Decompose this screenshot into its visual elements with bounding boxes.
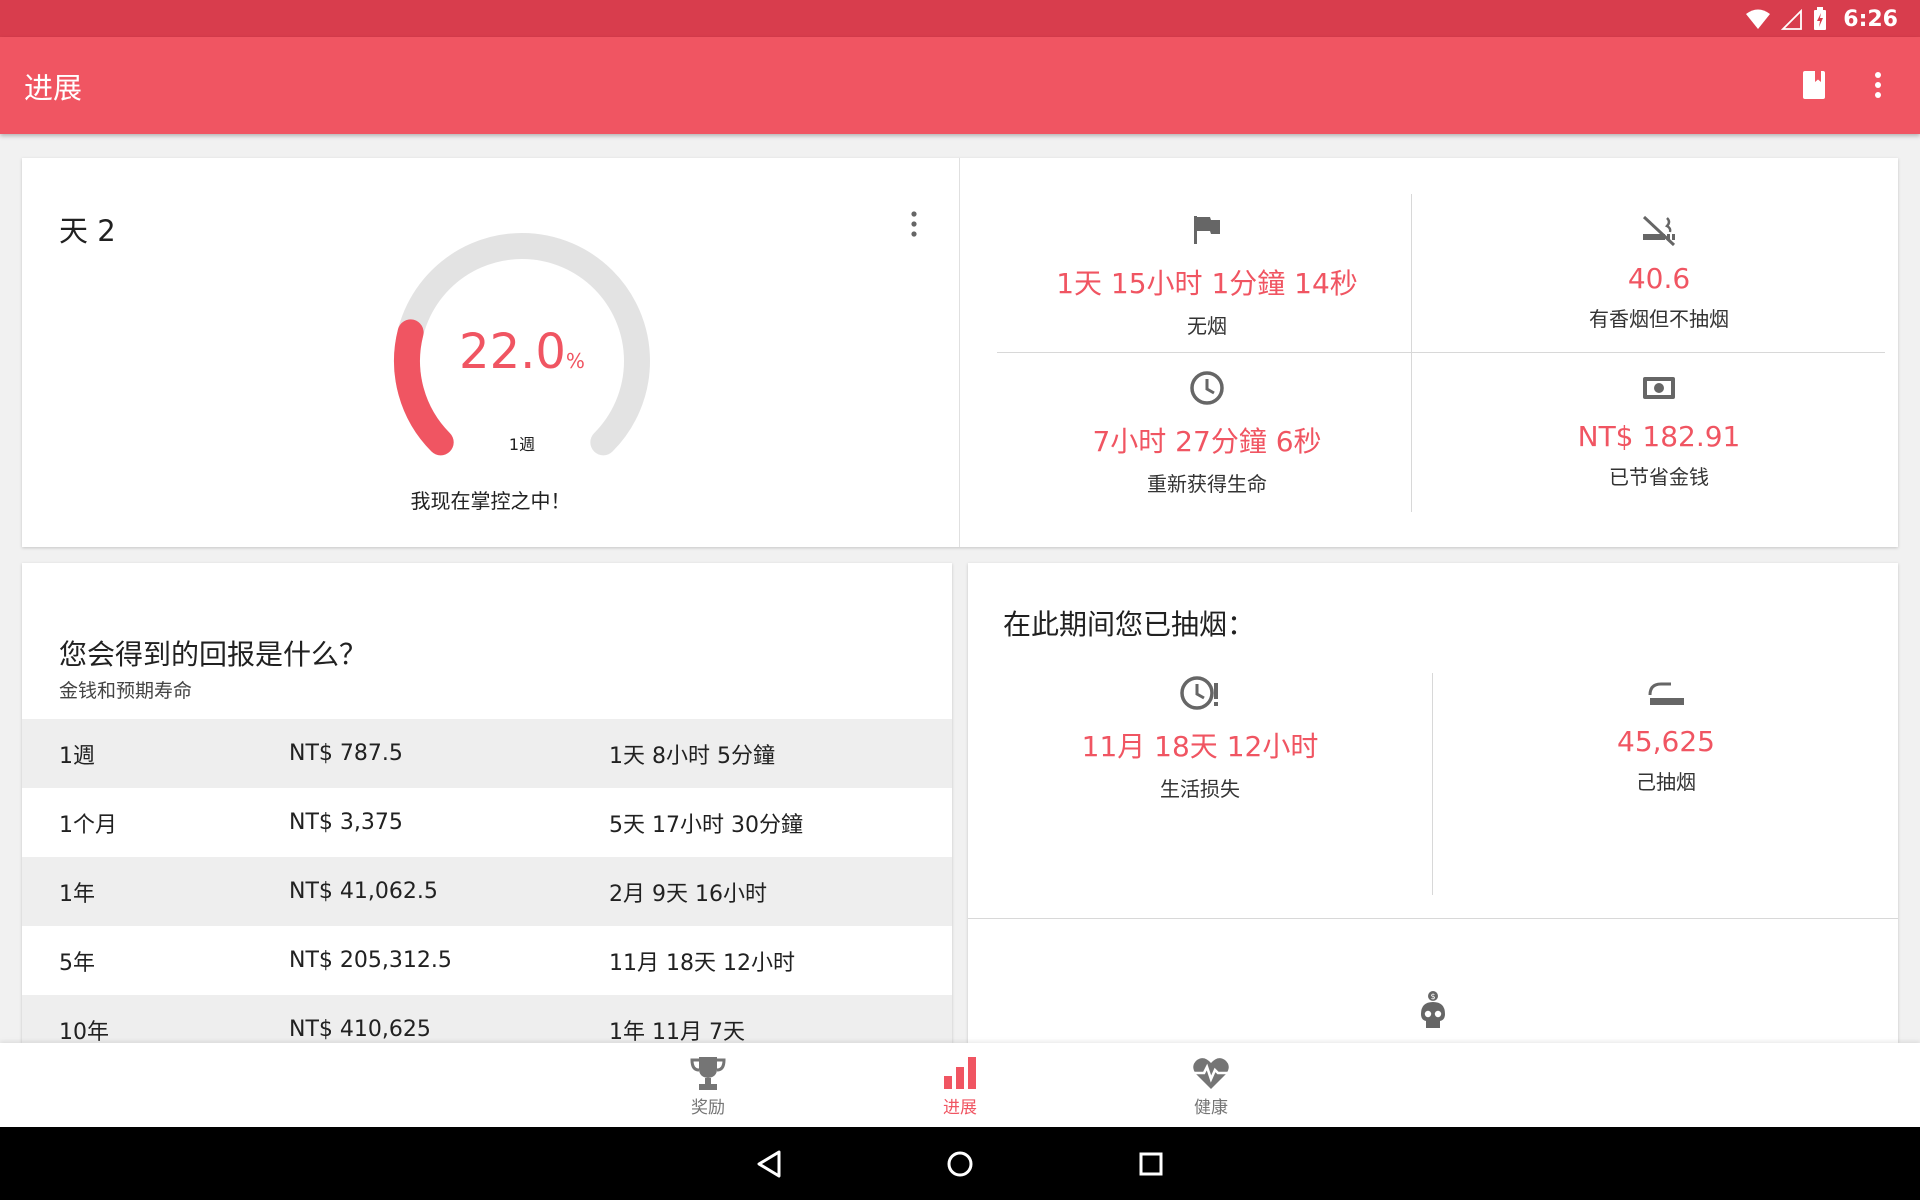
row-money: NT$ 3,375 <box>289 810 403 835</box>
table-row: 5年 NT$ 205,312.5 11月 18天 12小时 <box>22 926 952 995</box>
trophy-icon <box>690 1057 726 1090</box>
nav-label: 进展 <box>943 1098 977 1118</box>
skull-money-icon: $ <box>1421 991 1445 1028</box>
stat-value: 7小时 27分鐘 6秒 <box>1092 425 1322 458</box>
bar-chart-icon <box>944 1057 976 1089</box>
app-actions <box>1794 65 1898 105</box>
stat-value: 40.6 <box>1627 262 1691 295</box>
table-row: 1个月 NT$ 3,375 5天 17小时 30分鐘 <box>22 788 952 857</box>
rewards-subtitle: 金钱和预期寿命 <box>59 680 193 702</box>
journal-button[interactable] <box>1794 65 1834 105</box>
progress-menu-button[interactable] <box>894 204 934 244</box>
back-triangle-icon <box>757 1150 781 1178</box>
smoked-divider-v <box>1432 673 1433 895</box>
row-period: 1週 <box>59 743 95 769</box>
row-life: 11月 18天 12小时 <box>609 950 795 976</box>
progress-gauge: 22.0% 1週 <box>372 216 672 476</box>
status-message: 我现在掌控之中！ <box>410 489 571 513</box>
day-label: 天 2 <box>59 214 116 248</box>
home-circle-icon <box>947 1151 973 1177</box>
row-money: NT$ 41,062.5 <box>289 879 438 904</box>
overflow-menu-button[interactable] <box>1858 65 1898 105</box>
row-life: 1年 11月 7天 <box>609 1019 745 1044</box>
gauge-unit: % <box>565 349 585 373</box>
recents-button[interactable] <box>1131 1144 1171 1184</box>
home-button[interactable] <box>940 1144 980 1184</box>
stat-value: NT$ 182.91 <box>1577 420 1741 453</box>
stat-label: 己抽烟 <box>1636 770 1696 794</box>
clock-alert-icon <box>1180 676 1218 710</box>
nav-health[interactable]: 健康 <box>1141 1053 1281 1118</box>
nav-label: 健康 <box>1194 1098 1228 1118</box>
bookmark-book-icon <box>1803 71 1825 99</box>
stat-smoked-count: 45,625 己抽烟 <box>1441 673 1891 795</box>
progress-card: 天 2 22.0% 1週 我现在掌控之中！ 1天 15小时 1分鐘 14秒 无烟… <box>22 158 1898 547</box>
row-money: NT$ 787.5 <box>289 741 403 766</box>
stat-smoke-free: 1天 15小时 1分鐘 14秒 无烟 <box>982 210 1432 339</box>
row-life: 1天 8小时 5分鐘 <box>609 743 775 769</box>
nav-rewards[interactable]: 奖励 <box>638 1053 778 1118</box>
money-icon <box>1643 377 1675 399</box>
status-bar: 6:26 <box>0 0 1920 37</box>
stat-not-smoked: 40.6 有香烟但不抽烟 <box>1434 210 1884 332</box>
back-button[interactable] <box>749 1144 789 1184</box>
stat-life-lost: 11月 18天 12小时 生活损失 <box>975 673 1425 802</box>
row-period: 1年 <box>59 881 95 907</box>
skull-section: $ <box>968 990 1898 1030</box>
stat-label: 重新获得生命 <box>1147 472 1267 496</box>
row-money: NT$ 205,312.5 <box>289 948 452 973</box>
more-vert-icon <box>911 211 917 237</box>
gauge-target: 1週 <box>508 435 536 454</box>
gauge-percent: 22.0 <box>459 324 566 380</box>
app-bar: 进展 <box>0 37 1920 134</box>
no-smoking-icon <box>1642 215 1676 246</box>
row-period: 1个月 <box>59 812 117 838</box>
system-nav-bar <box>0 1127 1920 1200</box>
heart-pulse-icon <box>1193 1058 1229 1089</box>
stat-label: 已节省金钱 <box>1609 465 1709 489</box>
stat-value: 45,625 <box>1617 725 1715 758</box>
cigarette-icon <box>1648 682 1684 705</box>
flag-icon <box>1194 216 1220 244</box>
smoked-card: 在此期间您已抽烟： 11月 18天 12小时 生活损失 45,625 己抽烟 $ <box>968 563 1898 1043</box>
recents-square-icon <box>1139 1152 1163 1176</box>
row-period: 10年 <box>59 1019 109 1044</box>
signal-icon <box>1781 8 1803 30</box>
rewards-card: 您会得到的回报是什么？ 金钱和预期寿命 1週 NT$ 787.5 1天 8小时 … <box>22 563 952 1043</box>
rewards-table: 1週 NT$ 787.5 1天 8小时 5分鐘 1个月 NT$ 3,375 5天… <box>22 719 952 1043</box>
status-time: 6:26 <box>1843 6 1898 32</box>
clock-icon <box>1190 371 1224 405</box>
nav-label: 奖励 <box>691 1098 725 1118</box>
row-money: NT$ 410,625 <box>289 1017 431 1042</box>
status-icons: 6:26 <box>1745 6 1898 32</box>
rewards-title: 您会得到的回报是什么？ <box>59 638 368 671</box>
stat-label: 生活损失 <box>1160 777 1240 801</box>
stat-label: 无烟 <box>1187 314 1227 338</box>
card-divider <box>959 158 960 547</box>
more-vert-icon <box>1875 72 1881 98</box>
stats-divider-h <box>997 352 1885 353</box>
row-period: 5年 <box>59 950 95 976</box>
smoked-divider-h <box>968 918 1898 919</box>
stat-label: 有香烟但不抽烟 <box>1589 307 1729 331</box>
stat-value: 1天 15小时 1分鐘 14秒 <box>1056 267 1358 300</box>
battery-icon <box>1814 7 1827 30</box>
stat-money-saved: NT$ 182.91 已节省金钱 <box>1434 368 1884 490</box>
svg-text:$: $ <box>1430 992 1435 1001</box>
stat-value: 11月 18天 12小时 <box>1081 730 1319 763</box>
row-life: 2月 9天 16小时 <box>609 881 767 907</box>
bottom-nav: 奖励 进展 健康 <box>0 1043 1920 1127</box>
stat-life-regained: 7小时 27分鐘 6秒 重新获得生命 <box>982 368 1432 497</box>
gauge-value: 22.0% <box>372 216 672 380</box>
table-row: 1週 NT$ 787.5 1天 8小时 5分鐘 <box>22 719 952 788</box>
table-row: 10年 NT$ 410,625 1年 11月 7天 <box>22 995 952 1043</box>
row-life: 5天 17小时 30分鐘 <box>609 812 803 838</box>
table-row: 1年 NT$ 41,062.5 2月 9天 16小时 <box>22 857 952 926</box>
smoked-title: 在此期间您已抽烟： <box>1003 608 1256 641</box>
nav-progress[interactable]: 进展 <box>890 1053 1030 1118</box>
wifi-icon <box>1746 9 1771 29</box>
page-title: 进展 <box>24 71 83 105</box>
